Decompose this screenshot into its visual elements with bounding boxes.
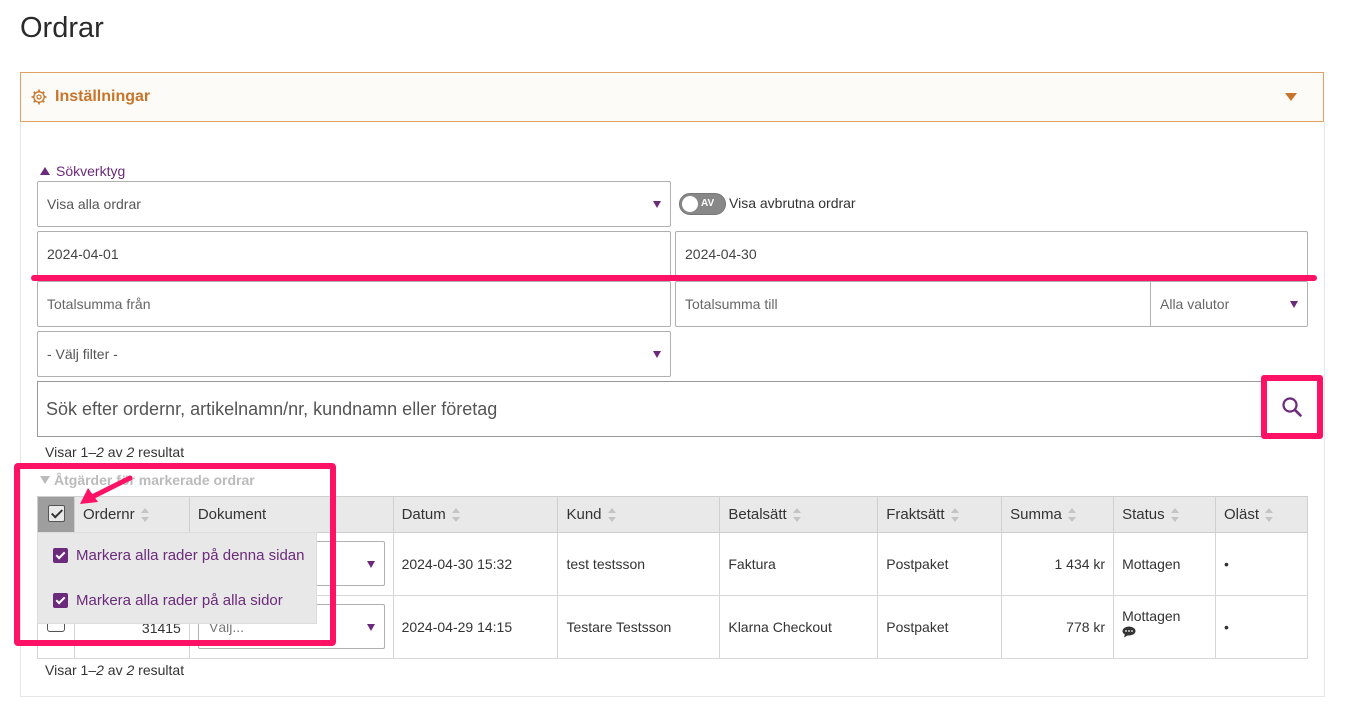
sort-icon[interactable] (1067, 508, 1076, 523)
settings-accordion[interactable]: Inställningar (20, 72, 1324, 122)
col-label: Oläst (1224, 506, 1260, 523)
customer-cell: test testsson (557, 532, 721, 596)
search-button[interactable] (1261, 375, 1323, 439)
search-placeholder: Sök efter ordernr, artikelnamn/nr, kundn… (46, 398, 498, 419)
order-filter-value: Visa alla ordrar (47, 196, 141, 212)
col-datum[interactable]: Datum (392, 496, 559, 533)
sort-icon[interactable] (950, 508, 959, 523)
settings-label: Inställningar (55, 88, 151, 105)
cancelled-orders-label: Visa avbrutna ordrar (729, 195, 856, 211)
result-range-end: 2 (96, 662, 104, 678)
col-label: Datum (401, 506, 446, 523)
caret-down-icon (653, 351, 661, 358)
sum-cell: 778 kr (1001, 595, 1115, 659)
filter-value: - Välj filter - (47, 346, 118, 362)
unread-cell: • (1215, 532, 1308, 596)
chevron-down-icon[interactable] (1285, 93, 1297, 101)
sort-icon[interactable] (607, 508, 616, 523)
date-cell: 2024-04-30 15:32 (392, 532, 559, 596)
customer-cell: Testare Testsson (557, 595, 721, 659)
result-prefix: Visar 1– (45, 662, 97, 678)
col-label: Fraktsätt (886, 506, 945, 523)
payment-cell: Faktura (719, 532, 879, 596)
col-label: Status (1122, 506, 1165, 523)
currency-select[interactable]: Alla valutor (1150, 281, 1308, 327)
page-title: Ordrar (20, 12, 104, 44)
caret-down-icon (1290, 301, 1298, 308)
result-range-end: 2 (96, 444, 104, 460)
total-to-placeholder: Totalsumma till (685, 296, 778, 312)
result-suffix: resultat (134, 444, 185, 460)
result-mid: av (103, 662, 127, 678)
toggle-knob (682, 196, 698, 212)
status-cell: Mottagen (1113, 532, 1216, 596)
gear-icon (31, 89, 47, 105)
comment-icon[interactable] (1122, 626, 1136, 638)
order-filter-select[interactable]: Visa alla ordrar (37, 181, 671, 227)
col-label: Betalsätt (728, 506, 787, 523)
sort-icon[interactable] (792, 508, 801, 523)
cancelled-orders-toggle[interactable]: AV (679, 193, 726, 215)
col-kund[interactable]: Kund (557, 496, 721, 533)
total-from-field[interactable]: Totalsumma från (37, 281, 671, 327)
currency-value: Alla valutor (1160, 296, 1230, 312)
search-tools-toggle[interactable]: Sökverktyg (40, 163, 125, 179)
date-from-value: 2024-04-01 (47, 246, 119, 262)
col-fraktsatt[interactable]: Fraktsätt (877, 496, 1003, 533)
result-mid: av (103, 444, 127, 460)
result-suffix: resultat (134, 662, 185, 678)
shipping-cell: Postpaket (877, 532, 1003, 596)
date-to-field[interactable]: 2024-04-30 (675, 231, 1308, 277)
search-input[interactable]: Sök efter ordernr, artikelnamn/nr, kundn… (37, 381, 1308, 437)
date-from-field[interactable]: 2024-04-01 (37, 231, 671, 277)
result-count-bottom: Visar 1–2 av 2 resultat (45, 662, 184, 678)
caret-down-icon (367, 560, 375, 568)
col-status[interactable]: Status (1113, 496, 1216, 533)
col-label: Summa (1010, 506, 1062, 523)
status-cell: Mottagen (1113, 595, 1216, 659)
result-prefix: Visar 1– (45, 444, 97, 460)
total-to-field[interactable]: Totalsumma till (675, 281, 1151, 327)
date-cell: 2024-04-29 14:15 (392, 595, 559, 659)
total-from-placeholder: Totalsumma från (47, 296, 151, 312)
col-label: Kund (566, 506, 602, 523)
payment-cell: Klarna Checkout (719, 595, 879, 659)
shipping-cell: Postpaket (877, 595, 1003, 659)
triangle-up-icon (40, 167, 50, 175)
caret-down-icon (367, 623, 375, 631)
annotation-arrow-icon (80, 475, 133, 504)
sum-cell: 1 434 kr (1001, 532, 1115, 596)
annotation-highlight-box (14, 463, 336, 646)
col-betalsatt[interactable]: Betalsätt (719, 496, 879, 533)
col-olast[interactable]: Oläst (1215, 496, 1308, 533)
unread-cell: • (1215, 595, 1308, 659)
status-text: Mottagen (1122, 608, 1181, 624)
result-count-top: Visar 1–2 av 2 resultat (45, 444, 184, 460)
toggle-state: AV (701, 198, 715, 209)
sort-icon[interactable] (1170, 508, 1179, 523)
col-summa[interactable]: Summa (1001, 496, 1115, 533)
sort-icon[interactable] (1265, 508, 1274, 523)
sort-icon[interactable] (451, 508, 460, 523)
caret-down-icon (653, 201, 661, 208)
date-to-value: 2024-04-30 (685, 246, 757, 262)
filter-select[interactable]: - Välj filter - (37, 331, 671, 377)
search-tools-label: Sökverktyg (56, 163, 126, 179)
search-icon (1282, 397, 1302, 417)
